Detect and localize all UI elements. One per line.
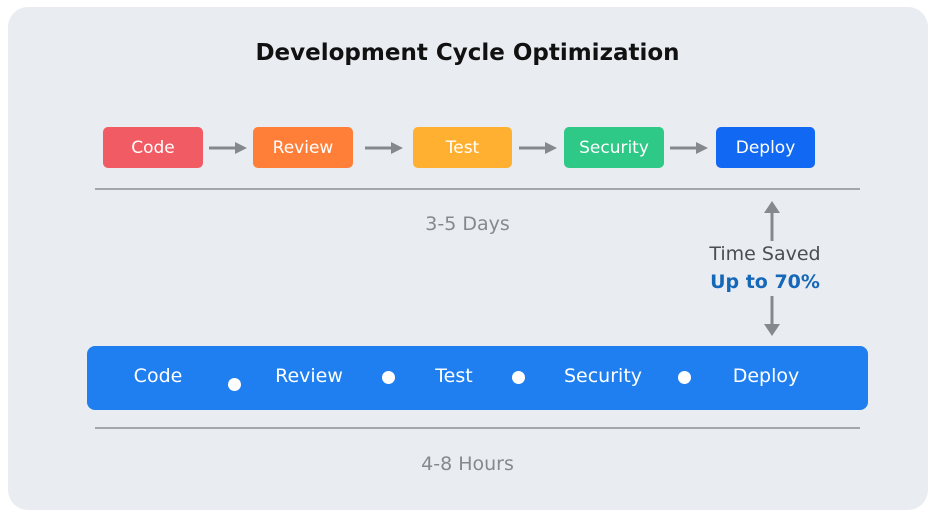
optimized-step-security: Security xyxy=(563,365,643,387)
divider-optimized xyxy=(95,427,860,429)
time-saved-label: Time Saved xyxy=(709,243,821,265)
optimized-duration: 4-8 Hours xyxy=(421,453,514,475)
traditional-duration: 3-5 Days xyxy=(425,213,510,235)
divider-traditional xyxy=(95,188,860,190)
separator-dot xyxy=(382,371,395,384)
arrow-right-icon xyxy=(670,142,708,154)
step-security: Security xyxy=(564,127,664,168)
arrow-right-icon xyxy=(365,142,403,154)
time-saved-value: Up to 70% xyxy=(710,271,820,293)
separator-dot xyxy=(512,371,525,384)
step-code: Code xyxy=(103,127,203,168)
arrow-right-icon xyxy=(519,142,557,154)
step-deploy: Deploy xyxy=(716,127,815,168)
step-review: Review xyxy=(253,127,353,168)
arrow-up-icon xyxy=(764,201,780,241)
separator-dot xyxy=(678,371,691,384)
step-test: Test xyxy=(413,127,512,168)
optimized-step-code: Code xyxy=(133,365,183,387)
diagram-title: Development Cycle Optimization xyxy=(255,40,680,66)
optimized-step-test: Test xyxy=(435,365,473,387)
optimized-step-deploy: Deploy xyxy=(732,365,800,387)
separator-dot xyxy=(228,378,241,391)
arrow-down-icon xyxy=(764,296,780,336)
arrow-right-icon xyxy=(209,142,247,154)
optimized-step-review: Review xyxy=(275,365,343,387)
